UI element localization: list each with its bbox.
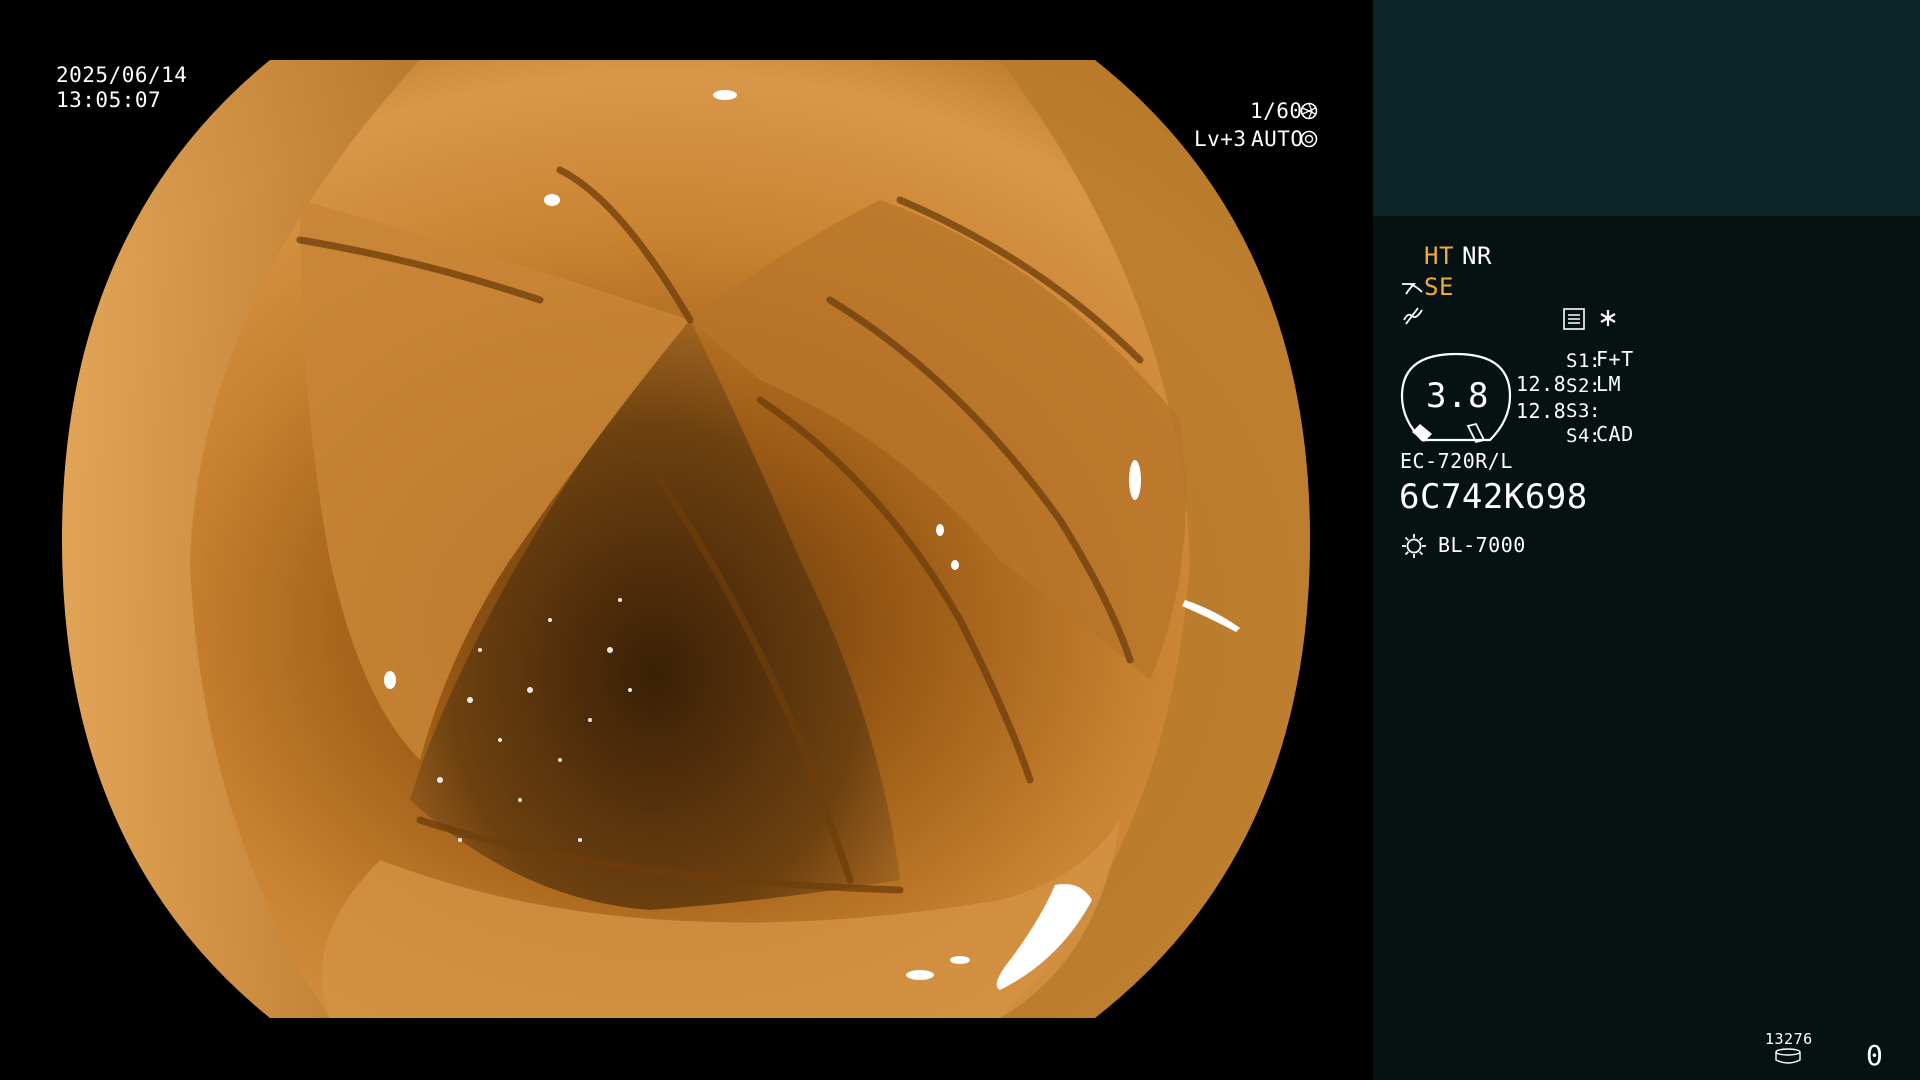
switch-4-key: S4 [1566,425,1590,447]
aperture-icon [1300,102,1318,120]
light-source-icon [1400,532,1428,560]
scope-serial: 6C742K698 [1399,477,1588,517]
status-panel [1373,216,1920,1080]
shutter-speed: 1/60 [1250,99,1303,123]
se-indicator: SE [1424,273,1454,301]
asterisk-icon [1598,308,1618,328]
switch-2-key: S2 [1566,375,1590,397]
panel-header-area [1373,0,1920,216]
brightness-level: Lv+3 [1194,127,1247,151]
value-1: 12.8 [1516,372,1567,396]
date-label: 2025/06/14 [56,63,188,87]
storage-counter: 13276 [1765,1030,1813,1048]
switch-4-value: CAD [1596,422,1634,446]
image-count: 0 [1866,1039,1884,1072]
menu-icon [1563,308,1585,330]
endoscopy-image [62,60,1310,1018]
switch-3-key: S3 [1566,400,1590,422]
endoscope-viewport [0,0,1373,1080]
iris-icon [1300,130,1318,148]
mucosa [62,60,1310,1018]
switch-2-value: LM [1596,372,1622,396]
gauge-value: 3.8 [1426,376,1489,416]
value-2: 12.8 [1516,399,1567,423]
exposure-mode: AUTO [1251,127,1304,151]
light-source-model: BL-7000 [1438,533,1526,557]
nr-indicator: NR [1462,242,1492,270]
switch-1-value: F+T [1596,347,1634,371]
waveform-icon [1402,306,1424,326]
scope-icon [1400,278,1424,298]
storage-icon [1774,1048,1802,1064]
time-label: 13:05:07 [56,88,162,112]
switch-1-key: S1 [1566,350,1590,372]
scope-model: EC-720R/L [1400,449,1513,473]
ht-indicator: HT [1424,242,1454,270]
